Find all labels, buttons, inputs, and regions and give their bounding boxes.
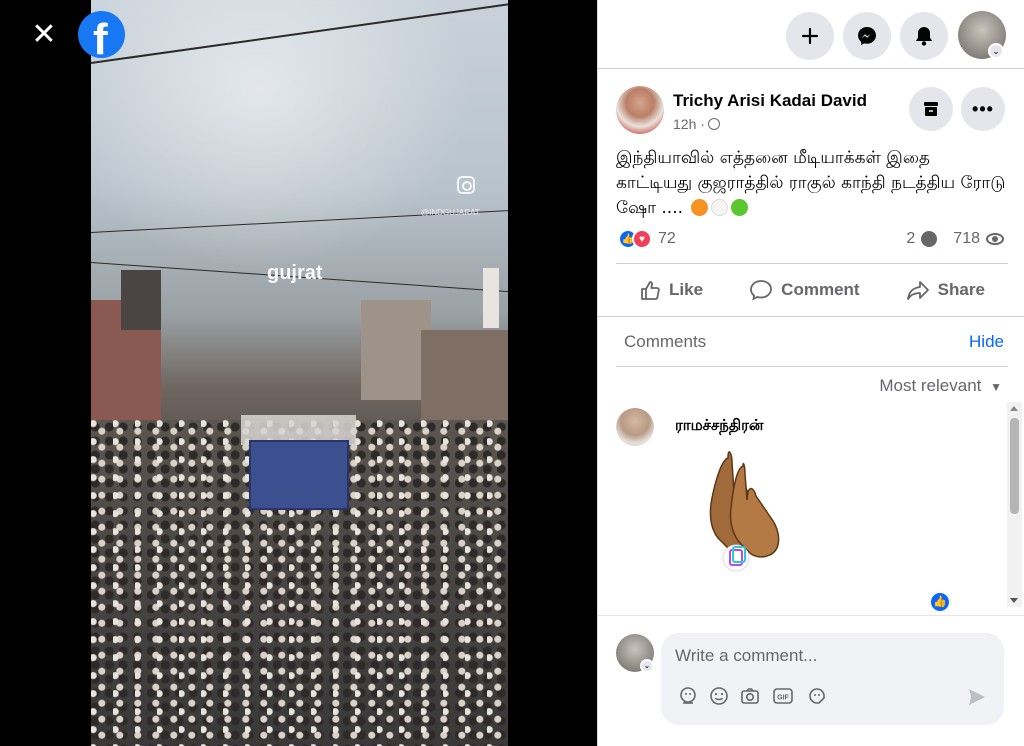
love-reaction-icon: ♥ <box>632 229 652 249</box>
actions-divider-bottom <box>598 316 1024 317</box>
comment-icon <box>750 280 773 301</box>
send-icon[interactable] <box>967 687 987 707</box>
commenter-name[interactable]: ராமச்சந்திரன் <box>675 416 763 436</box>
building <box>121 270 161 330</box>
messenger-icon <box>858 27 876 45</box>
white-heart-icon <box>711 199 729 216</box>
building <box>421 330 508 430</box>
share-icon <box>906 281 929 300</box>
scroll-down-arrow-icon[interactable] <box>1010 598 1018 603</box>
reactions-summary[interactable]: 👍 ♥ 72 <box>618 228 676 250</box>
plus-icon <box>801 27 819 45</box>
scroll-thumb[interactable] <box>1010 418 1019 514</box>
camera-button[interactable] <box>739 685 761 707</box>
share-label: Share <box>937 280 985 299</box>
post-text: இந்தியாவில் எத்தனை மீடியாக்கள் இதை காட்ட… <box>616 146 1006 221</box>
emoji-button[interactable] <box>708 685 730 707</box>
composer-divider <box>598 615 1024 616</box>
comments-heading: Comments <box>624 332 707 351</box>
post-timestamp[interactable]: 12h · <box>673 116 720 132</box>
author-avatar[interactable] <box>616 86 664 134</box>
orange-heart-icon <box>691 199 709 216</box>
share-button[interactable]: Share <box>896 273 995 307</box>
create-button[interactable] <box>786 12 834 60</box>
video-handle: @INDGUJARAT <box>421 208 480 217</box>
composer-chevron-down-icon[interactable]: ⌄ <box>640 659 654 673</box>
gif-button[interactable]: GIF <box>772 685 794 707</box>
close-icon[interactable]: ✕ <box>26 18 62 54</box>
facebook-logo-letter: f <box>93 15 108 64</box>
post-time-text: 12h · <box>673 116 705 132</box>
comment-label: Comment <box>781 280 860 299</box>
avatar-sticker-icon <box>680 687 696 704</box>
messenger-button[interactable] <box>843 12 891 60</box>
emoji-icon <box>710 687 728 705</box>
comment-count[interactable]: 2 <box>906 230 915 248</box>
more-icon: ••• <box>972 98 994 119</box>
minaret <box>483 268 499 328</box>
post-viewer: gujrat @INDGUJARAT ✕ f ⌄ Trichy Arisi Ka… <box>0 0 1024 746</box>
like-label: Like <box>669 280 704 299</box>
post-panel: ⌄ Trichy Arisi Kadai David 12h · ••• இந்… <box>597 0 1024 746</box>
sort-comments-dropdown[interactable]: Most relevant ▼ <box>879 376 1002 396</box>
comment-like-reaction-icon[interactable]: 👍 <box>929 591 951 613</box>
truck <box>249 440 349 510</box>
video-player[interactable]: gujrat @INDGUJARAT <box>91 0 508 746</box>
archive-button[interactable] <box>909 87 953 131</box>
post-actions: Like Comment Share <box>616 264 1008 316</box>
caret-down-icon: ▼ <box>990 380 1002 394</box>
camera-icon <box>741 688 759 704</box>
media-viewer: gujrat @INDGUJARAT ✕ f <box>0 0 597 746</box>
post-author[interactable]: Trichy Arisi Kadai David <box>673 91 867 111</box>
notifications-button[interactable] <box>900 12 948 60</box>
video-sky <box>91 0 508 300</box>
comment-input[interactable] <box>675 645 975 667</box>
bell-icon <box>916 27 932 46</box>
clapping-hands-sticker <box>709 451 780 572</box>
like-icon <box>641 281 660 300</box>
topbar-divider <box>598 68 1024 69</box>
sticker-icon <box>809 688 825 704</box>
sticker-button[interactable] <box>806 685 828 707</box>
avatar-sticker-button[interactable] <box>677 685 699 707</box>
instagram-icon <box>457 176 475 194</box>
gif-icon: GIF <box>773 688 793 704</box>
scroll-up-arrow-icon[interactable] <box>1010 406 1018 411</box>
hide-comments-link[interactable]: Hide <box>969 332 1004 352</box>
top-bar: ⌄ <box>598 0 1024 70</box>
comments-scrollbar[interactable] <box>1007 402 1022 607</box>
archive-icon <box>924 102 938 116</box>
comment-button[interactable]: Comment <box>739 273 869 307</box>
reaction-count: 72 <box>658 230 676 247</box>
facebook-logo-icon[interactable]: f <box>78 11 125 64</box>
view-count: 718 <box>953 230 980 247</box>
more-options-button[interactable]: ••• <box>961 87 1005 131</box>
like-button[interactable]: Like <box>629 273 713 307</box>
comment-composer: GIF <box>661 633 1004 725</box>
green-heart-icon <box>731 199 749 216</box>
post-body: இந்தியாவில் எத்தனை மீடியாக்கள் இதை காட்ட… <box>616 148 1006 218</box>
post-stats: 2 718 <box>906 230 1004 248</box>
commenter-avatar[interactable] <box>616 408 654 446</box>
sort-label: Most relevant <box>879 376 982 395</box>
eye-icon <box>986 233 1004 245</box>
video-watermark: gujrat <box>267 262 323 284</box>
comment-bubble-icon <box>921 231 938 247</box>
globe-icon <box>707 118 720 130</box>
comments-divider <box>616 366 1008 367</box>
svg-text:GIF: GIF <box>777 695 789 702</box>
chevron-down-icon[interactable]: ⌄ <box>988 43 1004 59</box>
